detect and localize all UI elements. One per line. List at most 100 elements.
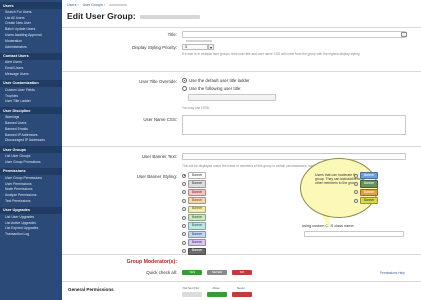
banner-chip: Banner: [188, 172, 207, 180]
banner-style-option[interactable]: Banner: [354, 172, 379, 180]
perm-allow-button[interactable]: [207, 292, 227, 297]
banner-style-option[interactable]: Banner: [182, 180, 207, 188]
radio-off-icon: [182, 207, 186, 212]
sidebar-item[interactable]: Administrators: [0, 44, 62, 50]
banner-chip: Banner: [188, 222, 207, 230]
perm-never-button[interactable]: [232, 292, 252, 297]
sidebar-item[interactable]: Test Permissions: [0, 198, 62, 204]
title-override-default-radio[interactable]: Use the default user title ladder: [182, 78, 250, 83]
radio-on-icon: [182, 78, 187, 83]
sidebar-heading[interactable]: User Customization: [0, 79, 62, 87]
banner-style-option[interactable]: Banner: [354, 197, 379, 205]
perm-col-allow: Allow: [212, 286, 220, 290]
radio-label: Use the following user title:: [189, 86, 242, 91]
radio-off-icon: [182, 232, 186, 237]
banner-styling-label: User Banner Styling:: [136, 174, 177, 179]
sidebar-heading[interactable]: Users: [0, 2, 62, 9]
banner-chip: Banner: [188, 239, 207, 247]
radio-off-icon: [354, 198, 358, 203]
sidebar-heading[interactable]: Contact Users: [0, 52, 62, 60]
radio-off-icon: [354, 181, 358, 186]
sidebar-item[interactable]: User Group Promotions: [0, 159, 62, 165]
banner-style-option[interactable]: Banner: [182, 172, 207, 180]
sidebar-item[interactable]: Transaction Log: [0, 231, 62, 237]
sidebar-item[interactable]: User Title Ladder: [0, 99, 62, 105]
banner-style-option[interactable]: Banner: [182, 214, 207, 222]
banner-chip: Banner: [188, 230, 207, 238]
banner-style-option[interactable]: Banner: [182, 205, 207, 213]
general-permissions-heading: General Permissions: [68, 287, 114, 292]
radio-off-icon: [182, 86, 187, 91]
divider: [62, 254, 421, 255]
breadcrumb-redacted: [109, 4, 128, 7]
breadcrumb-user-groups[interactable]: User Groups ›: [83, 3, 106, 7]
sidebar-group: Contact Users Alert Users Email Users Messa…: [0, 51, 62, 78]
banner-style-option[interactable]: Banner: [182, 230, 207, 238]
banner-style-option[interactable]: Banner: [182, 197, 207, 205]
breadcrumb: Users › User Groups ›: [67, 3, 130, 7]
banner-chip: Banner: [360, 197, 379, 205]
quick-check-yes-button[interactable]: YES: [182, 270, 202, 275]
input-menu-icon[interactable]: [401, 32, 407, 37]
permissions-help-link[interactable]: Permissions Help: [380, 271, 405, 275]
sidebar-group: User Groups List User Groups User Group Pr…: [0, 144, 62, 166]
radio-off-icon: [182, 240, 186, 245]
sidebar-group: User Upgrades List User Upgrades List Acti…: [0, 205, 62, 238]
title-input-redacted: [186, 39, 212, 42]
banner-style-option[interactable]: Banner: [182, 239, 207, 247]
banner-chip: Banner: [188, 180, 207, 188]
banner-chip: Banner: [188, 197, 207, 205]
banner-text-hint: This will be displayed under the name of…: [182, 164, 336, 168]
sidebar-item[interactable]: Message Users: [0, 71, 62, 77]
main-content: Users › User Groups › Edit User Group: T…: [62, 0, 421, 300]
username-css-textarea[interactable]: [182, 115, 406, 135]
banner-chip: Banner: [188, 188, 207, 196]
banner-custom-css-input[interactable]: [304, 231, 404, 237]
sidebar-heading[interactable]: User Groups: [0, 146, 62, 154]
banner-style-option[interactable]: Banner: [354, 188, 379, 196]
title-override-hint: You may use HTML.: [182, 106, 211, 110]
sidebar-group: User Discipline Warnings Banned Users Banne…: [0, 105, 62, 144]
banner-text-label: User Banner Text:: [141, 154, 177, 159]
banner-text-input[interactable]: [182, 153, 406, 160]
radio-off-icon: [354, 190, 358, 195]
title-input[interactable]: [182, 31, 406, 42]
banner-chip: Banner: [188, 205, 207, 213]
username-css-label: User Name CSS:: [143, 117, 177, 122]
page-title-text: Edit User Group:: [67, 11, 136, 21]
sidebar-heading[interactable]: User Upgrades: [0, 206, 62, 214]
quick-check-no-button[interactable]: NO: [232, 270, 252, 275]
banner-chip: Banner: [360, 180, 379, 188]
breadcrumb-users[interactable]: Users ›: [67, 3, 79, 7]
radio-off-icon: [182, 249, 186, 254]
custom-title-input[interactable]: [188, 94, 276, 101]
radio-off-icon: [182, 190, 186, 195]
banner-chip: Banner: [360, 188, 379, 196]
app-window: Users Search For Users List All Users Creat…: [0, 0, 421, 300]
sidebar-group: User Customization Custom User Fields Trop…: [0, 78, 62, 105]
sidebar-heading[interactable]: Permissions: [0, 167, 62, 175]
perm-notset-button[interactable]: [182, 292, 202, 297]
radio-label: Use the default user title ladder: [189, 78, 250, 83]
sidebar-heading[interactable]: User Discipline: [0, 107, 62, 115]
banner-style-option[interactable]: Banner: [182, 247, 207, 255]
banner-style-option[interactable]: Banner: [182, 188, 207, 196]
sidebar-item[interactable]: Discouraged IP Addresses: [0, 138, 62, 144]
title-override-custom-radio[interactable]: Use the following user title:: [182, 86, 241, 91]
quick-check-never-button[interactable]: NEVER: [207, 270, 227, 275]
banner-style-option[interactable]: Banner: [182, 222, 207, 230]
page-title-redacted: [140, 14, 201, 19]
perm-col-never: Never: [236, 286, 245, 290]
radio-off-icon: [182, 181, 186, 186]
radio-off-icon: [182, 198, 186, 203]
divider: [62, 71, 421, 72]
priority-stepper-icon[interactable]: ▾: [208, 44, 214, 50]
divider: [62, 281, 421, 282]
sidebar-group: Users Search For Users List All Users Creat…: [0, 0, 62, 51]
display-priority-input[interactable]: 5: [182, 44, 208, 50]
banner-style-option[interactable]: Banner: [354, 180, 379, 188]
page-title: Edit User Group:: [67, 11, 201, 21]
title-label: Title:: [167, 32, 177, 37]
banner-chip: Banner: [188, 247, 207, 255]
radio-off-icon: [354, 173, 358, 178]
